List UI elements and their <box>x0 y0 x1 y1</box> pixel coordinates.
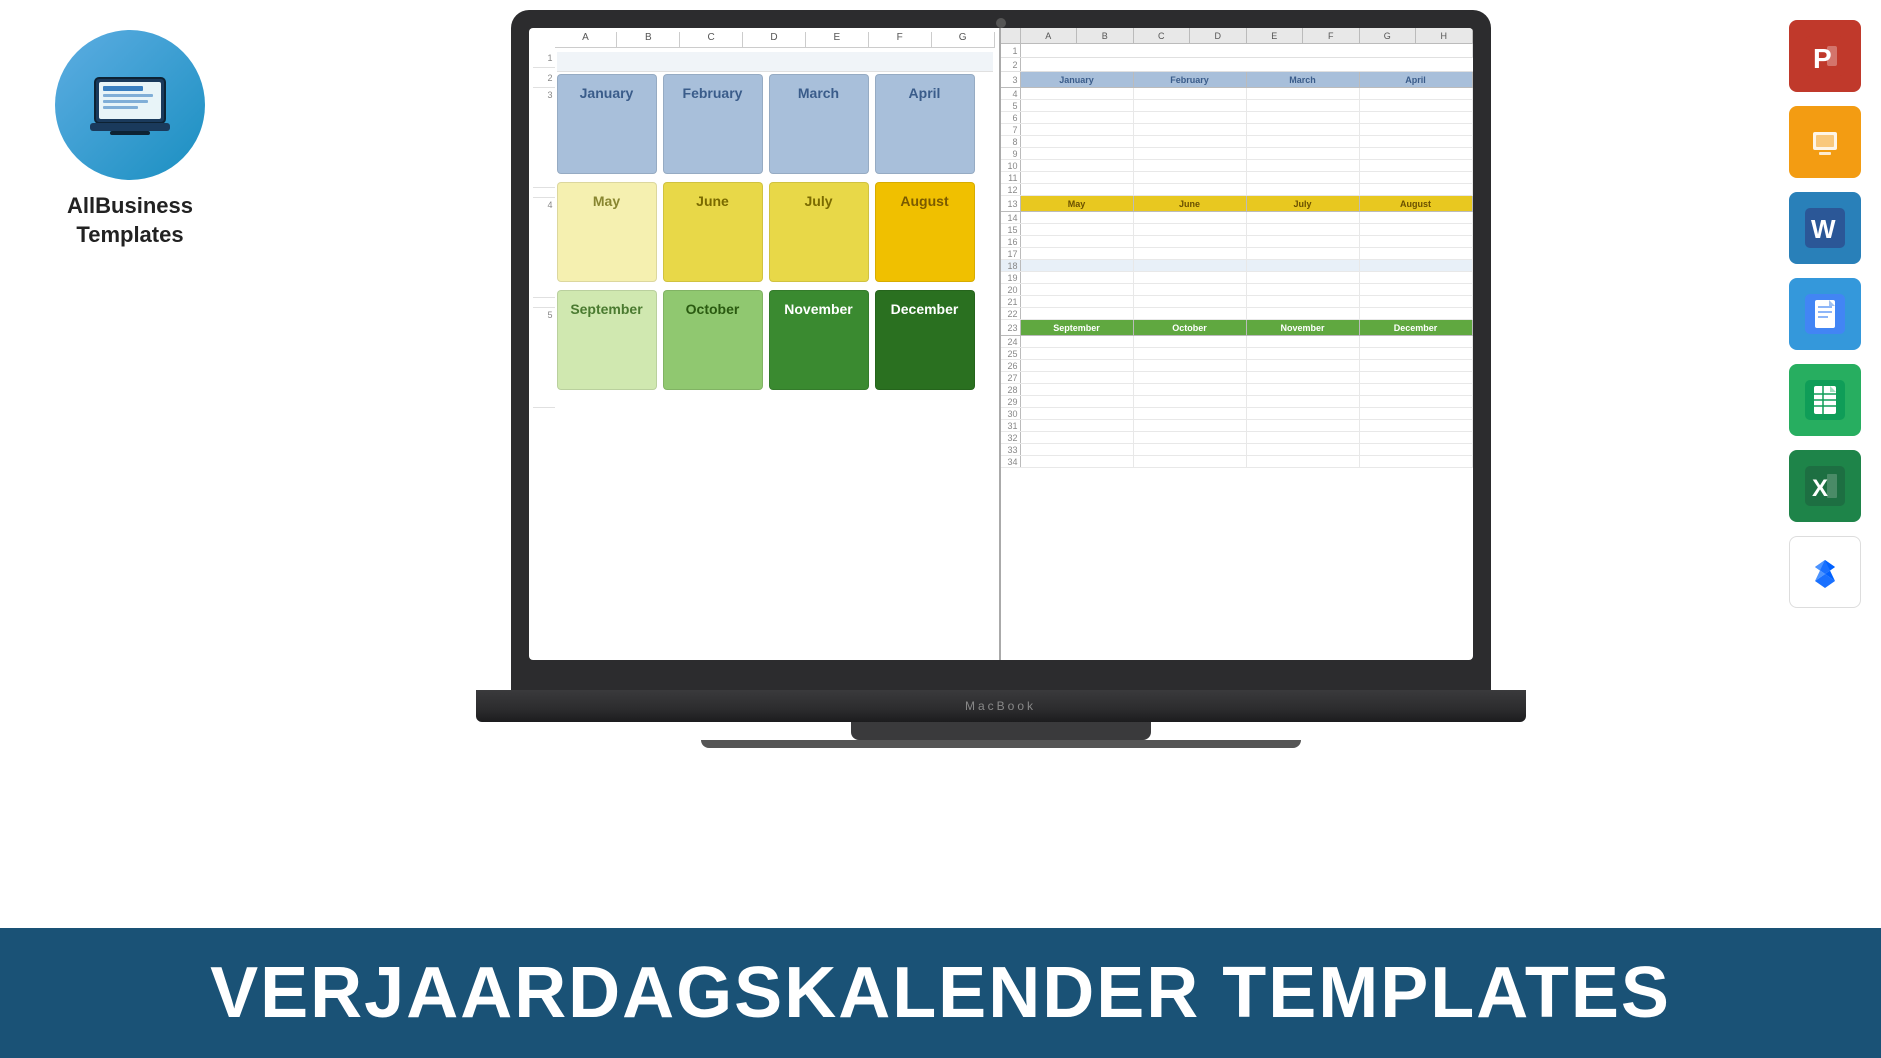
banner-text: VERJAARDAGSKALENDER TEMPLATES <box>210 952 1671 1034</box>
right-row-3-month-headers: 3 January February March April <box>1001 72 1473 88</box>
sheet-right: A B C D E F G H 1 <box>1001 28 1473 660</box>
col-d-r: D <box>1190 28 1247 43</box>
february-block: February <box>663 74 763 174</box>
green-data-rows: 24 25 26 27 <box>1001 336 1473 468</box>
month-row-3: September October November December <box>557 290 993 390</box>
month-row-1: January February March April <box>557 74 993 174</box>
september-block: September <box>557 290 657 390</box>
col-e-r: E <box>1247 28 1304 43</box>
oct-header: October <box>1134 320 1247 335</box>
right-data-area: 1 2 3 January F <box>1001 44 1473 468</box>
sep-header: September <box>1021 320 1134 335</box>
svg-text:W: W <box>1811 214 1836 244</box>
col-headers-left: A B C D E F G <box>555 32 995 48</box>
logo-text: AllBusiness Templates <box>67 192 193 249</box>
blue-data-rows: 4 5 6 7 <box>1001 88 1473 196</box>
word-icon[interactable]: W <box>1789 192 1861 264</box>
sheets-icon[interactable] <box>1789 364 1861 436</box>
dropbox-icon[interactable] <box>1789 536 1861 608</box>
slides-icon[interactable] <box>1789 106 1861 178</box>
october-block: October <box>663 290 763 390</box>
laptop-stand <box>851 722 1151 740</box>
col-a-r: A <box>1021 28 1078 43</box>
july-block: July <box>769 182 869 282</box>
yellow-data-rows: 14 15 16 17 <box>1001 212 1473 320</box>
row-4: 4 <box>1001 88 1473 100</box>
right-row-2: 2 <box>1001 58 1473 72</box>
right-row-13-month-headers: 13 May June July August <box>1001 196 1473 212</box>
col-b: B <box>617 32 680 47</box>
powerpoint-icon[interactable]: P <box>1789 20 1861 92</box>
dec-header: December <box>1360 320 1473 335</box>
august-block: August <box>875 182 975 282</box>
january-block: January <box>557 74 657 174</box>
june-block: June <box>663 182 763 282</box>
jun-header: June <box>1134 196 1247 211</box>
laptop-wrapper: A B C D E F G 1 2 3 4 <box>250 10 1751 958</box>
col-g-r: G <box>1360 28 1417 43</box>
nov-header: November <box>1247 320 1360 335</box>
may-block: May <box>557 182 657 282</box>
may-header: May <box>1021 196 1134 211</box>
col-c-r: C <box>1134 28 1191 43</box>
month-blocks-grid: January February March April <box>555 48 995 660</box>
logo-circle <box>55 30 205 180</box>
col-headers-right: A B C D E F G H <box>1001 28 1473 44</box>
jul-header: July <box>1247 196 1360 211</box>
laptop-base: MacBook <box>476 690 1526 722</box>
right-row-1: 1 <box>1001 44 1473 58</box>
col-e: E <box>806 32 869 47</box>
feb-header: February <box>1134 72 1247 87</box>
left-content: 1 2 3 4 5 <box>533 48 995 660</box>
laptop-icon <box>85 73 175 138</box>
svg-text:X: X <box>1812 475 1828 502</box>
row-num-header <box>1001 28 1021 43</box>
col-b-r: B <box>1077 28 1134 43</box>
col-h-r: H <box>1416 28 1473 43</box>
right-row-23-month-headers: 23 September October November December <box>1001 320 1473 336</box>
logo-area: AllBusiness Templates <box>30 30 230 249</box>
april-block: April <box>875 74 975 174</box>
aug-header: August <box>1360 196 1473 211</box>
right-icons: P W <box>1789 20 1861 608</box>
march-block: March <box>769 74 869 174</box>
laptop-camera <box>996 18 1006 28</box>
laptop-screen: A B C D E F G 1 2 3 4 <box>529 28 1473 660</box>
col-d: D <box>743 32 806 47</box>
jan-header: January <box>1021 72 1134 87</box>
row-numbers-left: 1 2 3 4 5 <box>533 48 555 660</box>
col-g: G <box>932 32 995 47</box>
col-a: A <box>555 32 618 47</box>
excel-icon[interactable]: X <box>1789 450 1861 522</box>
apr-header: April <box>1360 72 1473 87</box>
macbook-label: MacBook <box>965 699 1036 713</box>
december-block: December <box>875 290 975 390</box>
mar-header: March <box>1247 72 1360 87</box>
november-block: November <box>769 290 869 390</box>
laptop-body: A B C D E F G 1 2 3 4 <box>511 10 1491 690</box>
title-row <box>557 52 993 72</box>
col-f-r: F <box>1303 28 1360 43</box>
col-c: C <box>680 32 743 47</box>
col-f: F <box>869 32 932 47</box>
sheet-left: A B C D E F G 1 2 3 4 <box>529 28 1001 660</box>
docs-icon[interactable] <box>1789 278 1861 350</box>
month-row-2: May June July August <box>557 182 993 282</box>
laptop-foot <box>701 740 1301 748</box>
